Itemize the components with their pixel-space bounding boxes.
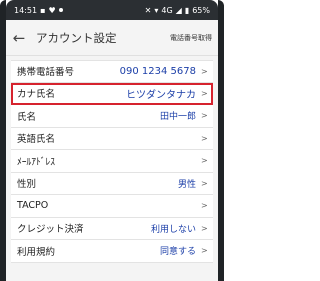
notification-icon: ▪ (40, 5, 46, 15)
device-screen: 14:51 ▪ ♥ ✕ ▾ 4G ◢ ▮ 65% ← アカウント設定 電話番号取… (0, 0, 224, 281)
arrow-left-icon: ← (12, 28, 26, 47)
chevron-right-icon: > (201, 178, 208, 188)
battery-level: 65% (192, 5, 210, 15)
chevron-right-icon: > (201, 246, 208, 256)
row-label: ﾒｰﾙｱﾄﾞﾚｽ (17, 156, 56, 168)
status-time: 14:51 (14, 5, 38, 15)
row-label: 携帯電話番号 (17, 67, 75, 79)
signal-icon: ▾ (154, 5, 159, 15)
row-label: 利用規約 (17, 246, 56, 258)
chevron-right-icon: > (201, 201, 208, 211)
status-bar: 14:51 ▪ ♥ ✕ ▾ 4G ◢ ▮ 65% (6, 0, 218, 20)
row-label: カナ氏名 (17, 89, 56, 101)
row-english-name[interactable]: 英語氏名 > (11, 127, 213, 150)
row-value: 090 1234 5678 (119, 65, 196, 77)
row-tacpo[interactable]: TACPO > (11, 195, 213, 218)
row-value: 利用しない (150, 224, 196, 235)
row-value: 男性 (177, 179, 196, 190)
battery-icon: ▮ (184, 5, 190, 15)
row-kana-name[interactable]: カナ氏名 ヒツダンタナカ > (11, 82, 213, 105)
row-name[interactable]: 氏名 田中一郎 > (11, 105, 213, 128)
row-label: TACPO (17, 200, 49, 212)
row-value: 同意する (159, 247, 196, 258)
network-type: 4G (161, 5, 173, 15)
row-label: クレジット決済 (17, 224, 84, 236)
dot-icon (58, 8, 63, 12)
signal-bars-icon: ◢ (175, 5, 182, 15)
device-bezel-right (218, 0, 224, 281)
chevron-right-icon: > (201, 133, 208, 143)
row-gender[interactable]: 性別 男性 > (11, 172, 213, 195)
status-right: ✕ ▾ 4G ◢ ▮ 65% (145, 6, 210, 15)
settings-list: 携帯電話番号 090 1234 5678 > カナ氏名 ヒツダンタナカ > 氏名… (6, 56, 218, 281)
back-button[interactable]: ← (6, 20, 32, 56)
heart-icon: ♥ (48, 5, 56, 15)
status-left: 14:51 ▪ ♥ (14, 6, 63, 15)
get-phone-number-button[interactable]: 電話番号取得 (170, 33, 212, 43)
row-label: 性別 (17, 179, 37, 191)
chevron-right-icon: > (201, 88, 208, 98)
row-label: 英語氏名 (17, 134, 56, 146)
row-mobile-number[interactable]: 携帯電話番号 090 1234 5678 > (11, 60, 213, 83)
row-value: ヒツダンタナカ (126, 89, 196, 101)
row-value: 田中一郎 (159, 112, 196, 123)
row-terms-of-use[interactable]: 利用規約 同意する > (11, 240, 213, 263)
chevron-right-icon: > (201, 223, 208, 233)
mute-icon: ✕ (144, 5, 152, 15)
chevron-right-icon: > (201, 66, 208, 76)
page-title: アカウント設定 (36, 30, 117, 45)
chevron-right-icon: > (201, 156, 208, 166)
app-bar: ← アカウント設定 電話番号取得 (6, 20, 218, 56)
chevron-right-icon: > (201, 111, 208, 121)
row-email[interactable]: ﾒｰﾙｱﾄﾞﾚｽ > (11, 150, 213, 173)
row-credit-payment[interactable]: クレジット決済 利用しない > (11, 217, 213, 240)
row-label: 氏名 (17, 111, 37, 123)
